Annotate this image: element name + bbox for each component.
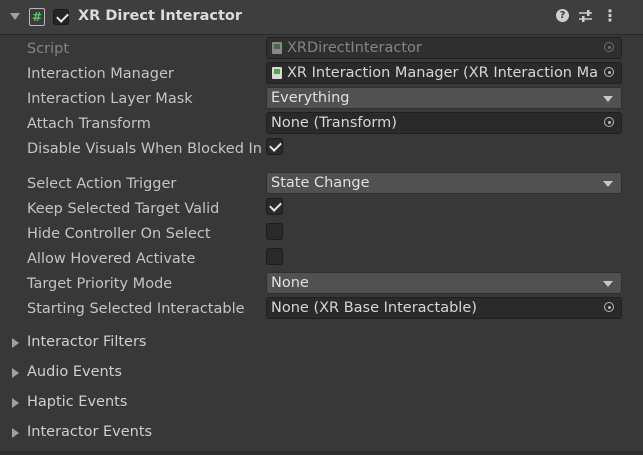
- row-hide-controller-on-select: Hide Controller On Select: [0, 222, 643, 247]
- component-title: XR Direct Interactor: [78, 8, 243, 24]
- help-icon[interactable]: ?: [556, 9, 569, 22]
- checkmark-icon: [269, 199, 282, 212]
- target-priority-mode-label: Target Priority Mode: [27, 276, 173, 292]
- object-picker-icon[interactable]: [599, 298, 621, 318]
- kebab-menu-icon[interactable]: ⋮: [602, 8, 618, 24]
- object-icon: [272, 67, 282, 79]
- interaction-manager-field[interactable]: XR Interaction Manager (XR Interaction M…: [266, 62, 622, 84]
- checkmark-icon: [56, 10, 69, 23]
- chevron-right-icon: [12, 428, 19, 438]
- chevron-right-icon: [12, 398, 19, 408]
- disable-visuals-checkbox[interactable]: [266, 138, 283, 155]
- section-label: Interactor Filters: [27, 334, 147, 350]
- section-label: Audio Events: [27, 364, 122, 380]
- dropdown-arrow-icon: [603, 96, 613, 102]
- object-picker-icon: [599, 38, 621, 58]
- hide-controller-on-select-label: Hide Controller On Select: [27, 226, 211, 242]
- section-audio-events[interactable]: Audio Events: [0, 360, 643, 385]
- script-label: Script: [27, 41, 70, 57]
- script-value: XRDirectInteractor: [287, 40, 422, 56]
- script-icon: #: [29, 8, 45, 26]
- script-file-icon: [272, 42, 282, 54]
- interaction-layer-mask-label: Interaction Layer Mask: [27, 91, 193, 107]
- chevron-right-icon: [12, 368, 19, 378]
- row-starting-selected-interactable: Starting Selected Interactable None (XR …: [0, 297, 643, 322]
- starting-selected-interactable-field[interactable]: None (XR Base Interactable): [266, 297, 622, 319]
- row-target-priority-mode: Target Priority Mode None: [0, 272, 643, 297]
- attach-transform-value: None (Transform): [271, 115, 397, 131]
- select-action-trigger-label: Select Action Trigger: [27, 176, 177, 192]
- allow-hovered-activate-label: Allow Hovered Activate: [27, 251, 196, 267]
- interaction-manager-label: Interaction Manager: [27, 66, 174, 82]
- keep-selected-target-valid-checkbox[interactable]: [266, 198, 283, 215]
- interaction-manager-value: XR Interaction Manager (XR Interaction M…: [287, 65, 622, 81]
- select-action-trigger-value: State Change: [271, 175, 370, 191]
- row-attach-transform: Attach Transform None (Transform): [0, 112, 643, 137]
- row-allow-hovered-activate: Allow Hovered Activate: [0, 247, 643, 272]
- row-script: Script XRDirectInteractor: [0, 37, 643, 62]
- select-action-trigger-dropdown[interactable]: State Change: [266, 172, 622, 194]
- target-priority-mode-dropdown[interactable]: None: [266, 272, 622, 294]
- object-picker-icon[interactable]: [599, 113, 621, 133]
- divider: [0, 451, 643, 455]
- interaction-layer-mask-dropdown[interactable]: Everything: [266, 87, 622, 109]
- attach-transform-label: Attach Transform: [27, 116, 151, 132]
- disable-visuals-label: Disable Visuals When Blocked In: [27, 141, 262, 157]
- attach-transform-field[interactable]: None (Transform): [266, 112, 622, 134]
- interaction-layer-mask-value: Everything: [271, 90, 350, 106]
- section-haptic-events[interactable]: Haptic Events: [0, 390, 643, 415]
- section-label: Haptic Events: [27, 394, 128, 410]
- section-interactor-filters[interactable]: Interactor Filters: [0, 330, 643, 355]
- keep-selected-target-valid-label: Keep Selected Target Valid: [27, 201, 220, 217]
- dropdown-arrow-icon: [603, 181, 613, 187]
- row-interaction-manager: Interaction Manager XR Interaction Manag…: [0, 62, 643, 87]
- target-priority-mode-value: None: [271, 275, 309, 291]
- foldout-arrow-icon[interactable]: [10, 13, 20, 20]
- starting-selected-interactable-label: Starting Selected Interactable: [27, 301, 245, 317]
- section-label: Interactor Events: [27, 424, 153, 440]
- component-header: # XR Direct Interactor ? ⋮: [0, 0, 643, 35]
- hide-controller-on-select-checkbox[interactable]: [266, 223, 283, 240]
- checkmark-icon: [269, 139, 282, 152]
- allow-hovered-activate-checkbox[interactable]: [266, 248, 283, 265]
- presets-icon[interactable]: [578, 9, 593, 23]
- row-disable-visuals: Disable Visuals When Blocked In: [0, 137, 643, 162]
- object-picker-icon[interactable]: [599, 63, 621, 83]
- dropdown-arrow-icon: [603, 281, 613, 287]
- row-select-action-trigger: Select Action Trigger State Change: [0, 172, 643, 197]
- starting-selected-interactable-value: None (XR Base Interactable): [271, 300, 477, 316]
- chevron-right-icon: [12, 338, 19, 348]
- row-keep-selected-target-valid: Keep Selected Target Valid: [0, 197, 643, 222]
- component-enabled-checkbox[interactable]: [53, 9, 69, 25]
- row-interaction-layer-mask: Interaction Layer Mask Everything: [0, 87, 643, 112]
- section-interactor-events[interactable]: Interactor Events: [0, 420, 643, 445]
- script-field: XRDirectInteractor: [266, 37, 622, 59]
